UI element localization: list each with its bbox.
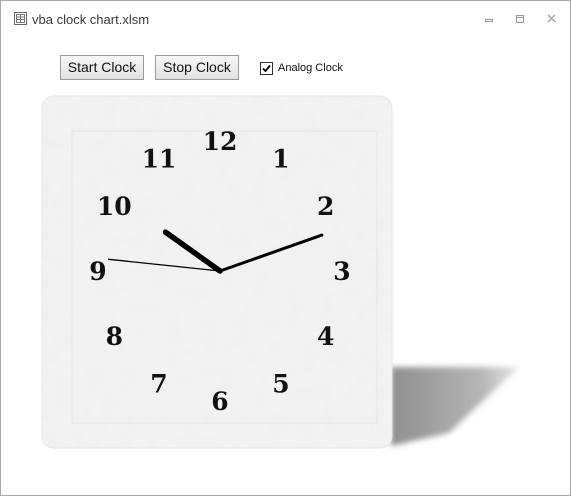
clock-number-10: 10 [97,192,132,221]
clock-number-2: 2 [317,192,334,221]
clock-shadow [391,367,519,446]
clock-number-1: 1 [272,144,289,173]
clock-chart: 12 12 3 45 6 78 9 10 11 [41,95,519,449]
clock-number-8: 8 [106,322,123,351]
clock-number-11: 11 [142,144,177,173]
clock-number-9: 9 [89,257,106,286]
clock-number-7: 7 [150,370,167,399]
app-window: vba clock chart.xlsm Start Clock Stop Cl… [0,0,571,496]
clock-number-3: 3 [333,257,350,286]
clock-number-4: 4 [317,322,334,351]
clock-number-5: 5 [272,370,289,399]
clock-number-12: 12 [203,127,238,156]
clock-number-6: 6 [211,387,228,416]
